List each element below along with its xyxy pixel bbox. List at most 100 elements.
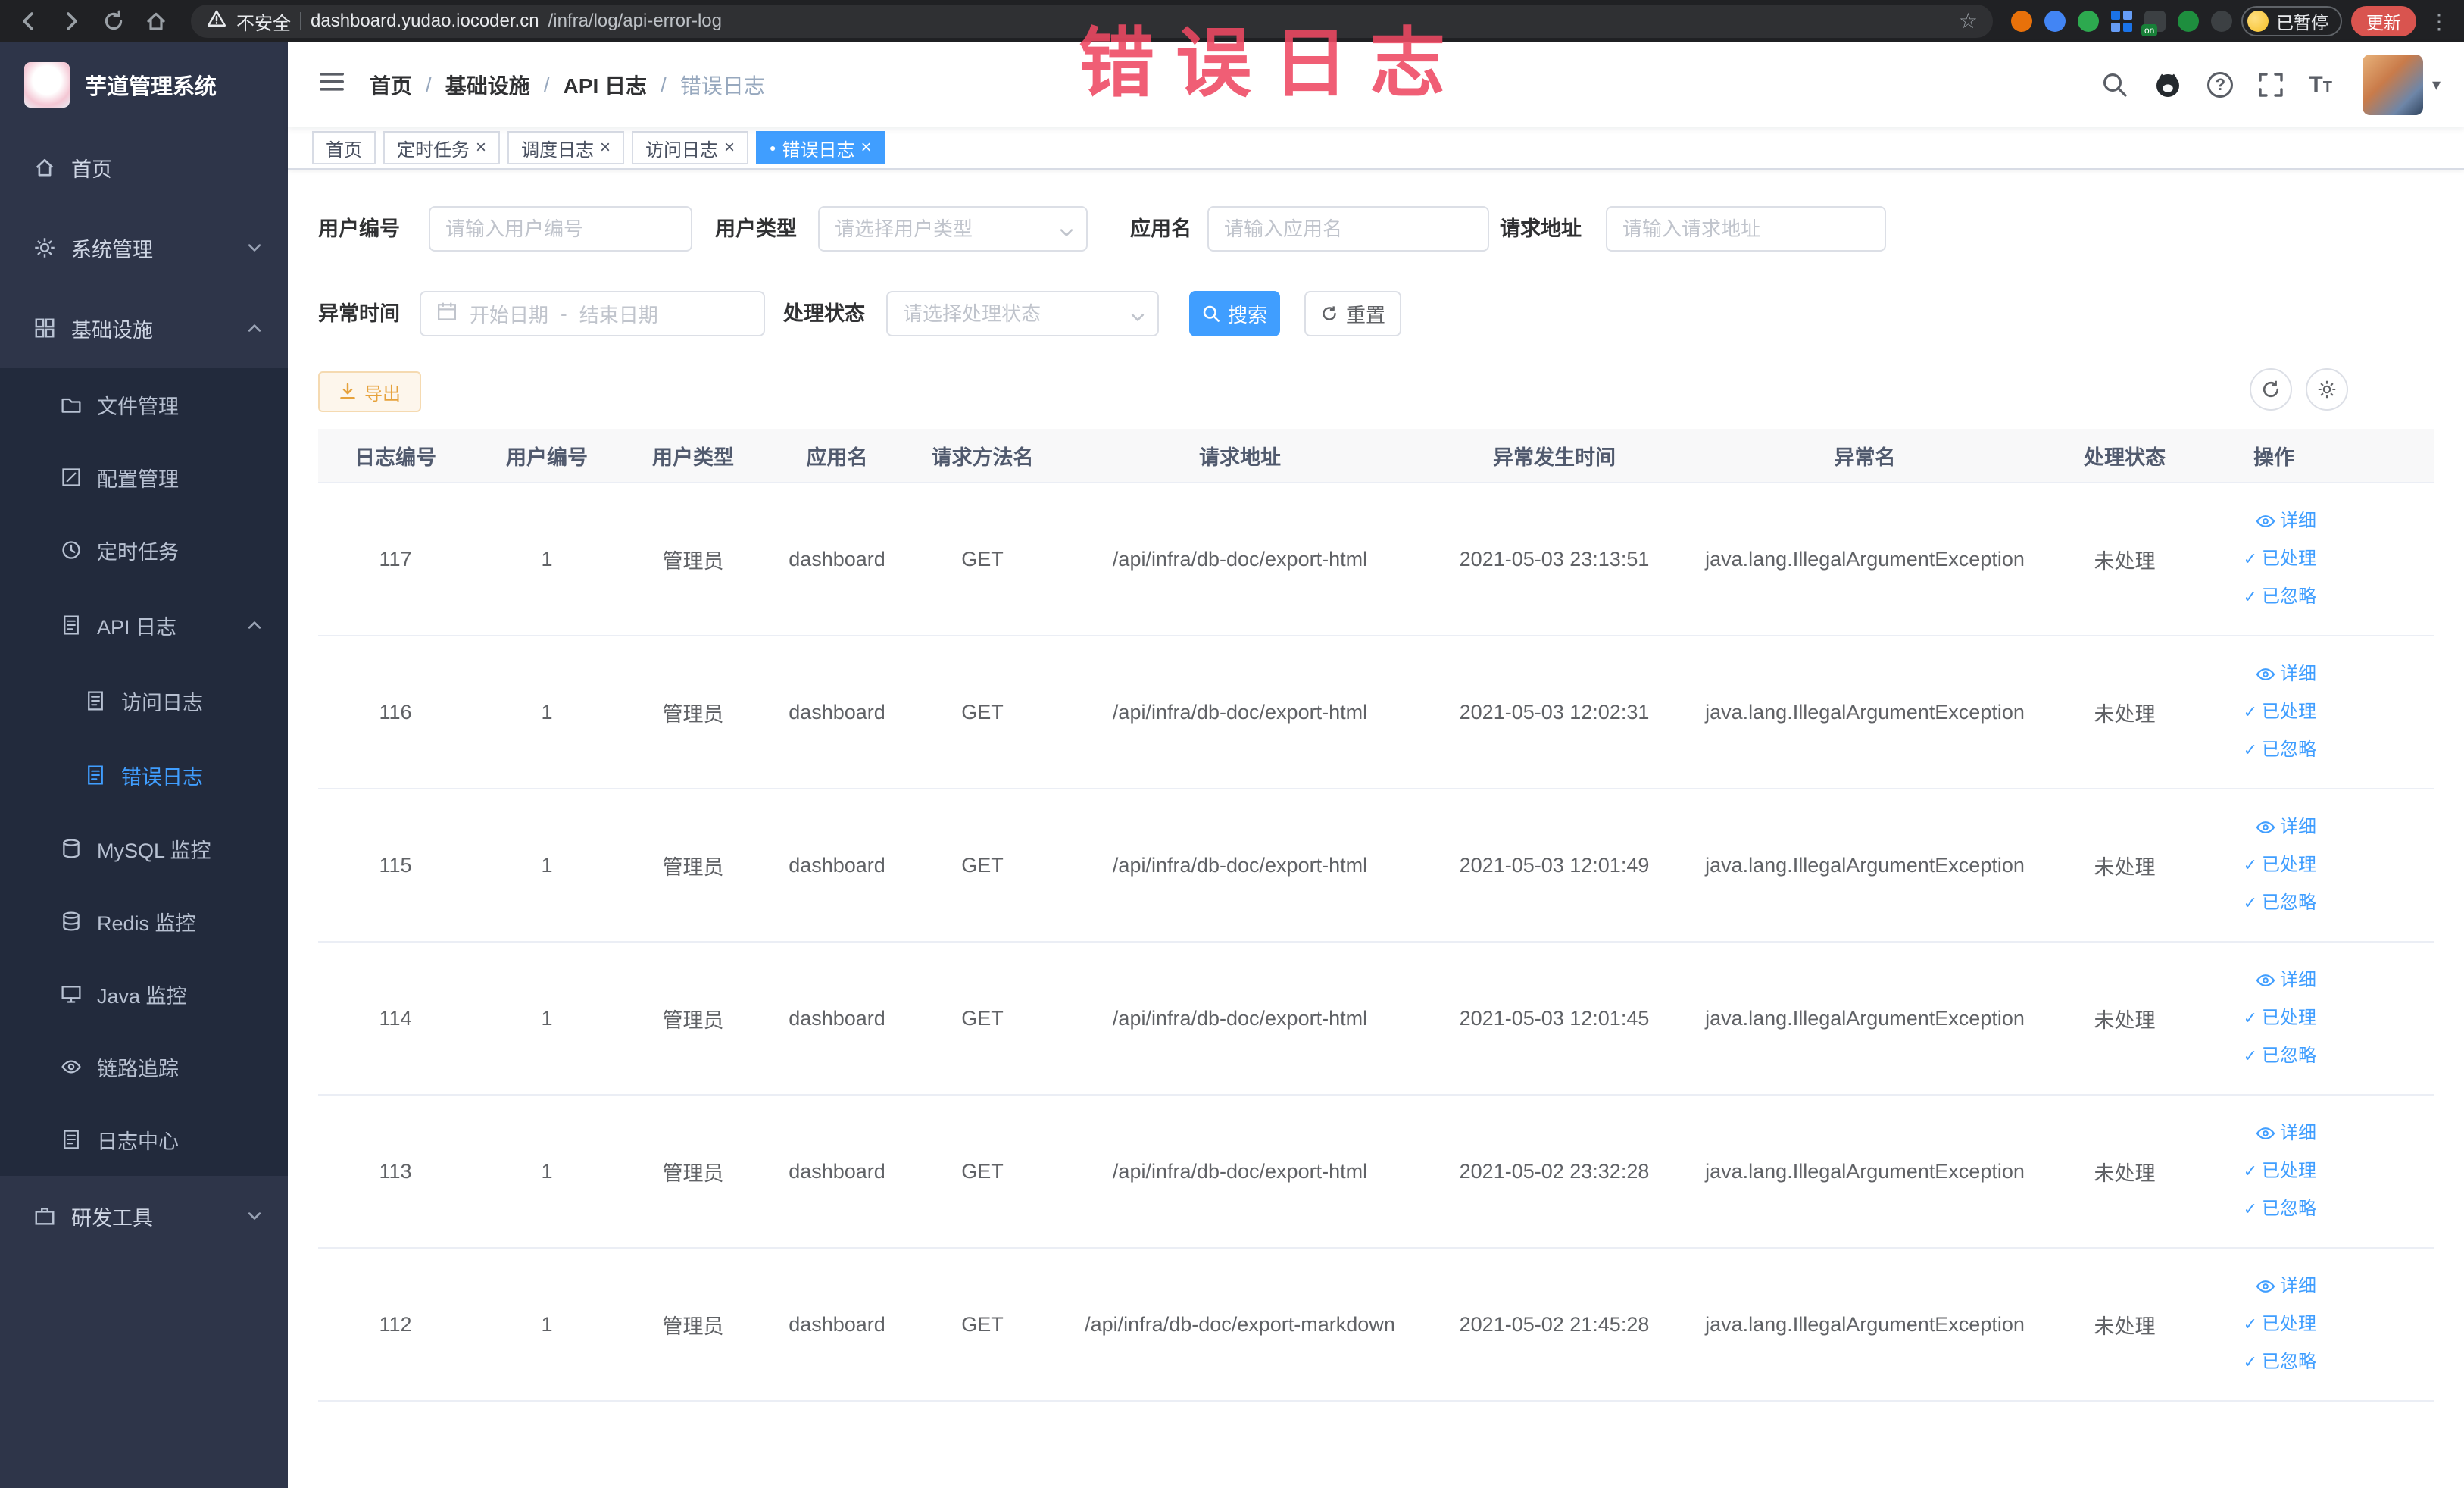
col-header: 操作 (2253, 445, 2294, 469)
sidebar-item-log-center[interactable]: 日志中心 (0, 1103, 288, 1176)
profile-paused-badge[interactable]: 已暂停 (2241, 6, 2342, 36)
user-type-select[interactable] (818, 206, 1088, 252)
detail-link[interactable]: 详细 (2204, 502, 2316, 540)
close-icon[interactable]: × (600, 139, 611, 157)
extension-icon-2[interactable] (2044, 11, 2066, 32)
mark-processed-link[interactable]: ✓ 已处理 (2204, 999, 2316, 1037)
sidebar-item-config-manage[interactable]: 配置管理 (0, 441, 288, 514)
sidebar-item-mysql-monitor[interactable]: MySQL 监控 (0, 812, 288, 885)
tag-label: 定时任务 (397, 139, 470, 161)
mark-processed-link[interactable]: ✓ 已处理 (2204, 846, 2316, 884)
cell-exception: java.lang.IllegalArgumentException (1705, 853, 2025, 877)
cell-actions: 详细 ✓ 已处理 ✓ 已忽略 (2204, 1268, 2434, 1381)
app-name-input[interactable] (1207, 206, 1489, 252)
breadcrumb-item[interactable]: 首页 (370, 70, 412, 100)
mark-processed-link[interactable]: ✓ 已处理 (2204, 540, 2316, 578)
sidebar-item-home[interactable]: 首页 (0, 127, 288, 208)
sidebar-item-java-monitor[interactable]: Java 监控 (0, 958, 288, 1030)
col-header: 请求方法名 (931, 445, 1034, 469)
refresh-table-button[interactable] (2250, 368, 2292, 411)
user-menu[interactable]: ▾ (2362, 55, 2441, 115)
exception-time-range-picker[interactable]: 开始日期 - 结束日期 (420, 291, 765, 336)
cell-user-type: 管理员 (662, 1161, 724, 1185)
process-status-select[interactable] (886, 291, 1159, 336)
browser-menu-icon[interactable]: ⋮ (2425, 9, 2453, 34)
forward-icon[interactable] (55, 5, 88, 38)
bookmark-star-icon[interactable]: ☆ (1959, 11, 1978, 32)
sidebar-item-trace[interactable]: 链路追踪 (0, 1030, 288, 1103)
cell-method: GET (961, 1312, 1004, 1336)
detail-link[interactable]: 详细 (2204, 961, 2316, 999)
url-bar[interactable]: 不安全 dashboard.yudao.iocoder.cn /infra/lo… (191, 5, 1993, 38)
extension-icon-4[interactable] (2111, 11, 2132, 32)
tag-home[interactable]: 首页 (312, 131, 376, 164)
column-settings-button[interactable] (2306, 368, 2348, 411)
browser-toolbar: 不安全 dashboard.yudao.iocoder.cn /infra/lo… (0, 0, 2464, 42)
reload-icon[interactable] (97, 5, 130, 38)
tag-error-log[interactable]: ● 错误日志 × (756, 131, 885, 164)
extension-icon-3[interactable] (2078, 11, 2099, 32)
sidebar-item-dev-tools[interactable]: 研发工具 (0, 1176, 288, 1256)
user-id-input[interactable] (429, 206, 692, 252)
sidebar-item-label: 基础设施 (71, 318, 153, 342)
sidebar-item-api-logs[interactable]: API 日志 (0, 586, 288, 664)
tag-access-log[interactable]: 访问日志 × (632, 131, 749, 164)
update-button[interactable]: 更新 (2351, 6, 2416, 36)
font-size-icon[interactable]: TT (2309, 72, 2332, 98)
cell-app-name: dashboard (789, 1312, 885, 1336)
date-start-placeholder: 开始日期 (470, 303, 549, 327)
extension-icon-6[interactable] (2178, 11, 2199, 32)
close-icon[interactable]: × (724, 139, 735, 157)
breadcrumb-item[interactable]: API 日志 (564, 70, 647, 100)
search-icon[interactable] (2101, 71, 2128, 98)
home-icon[interactable] (139, 5, 173, 38)
back-icon[interactable] (12, 5, 45, 38)
help-icon[interactable]: ? (2207, 72, 2234, 98)
user-type-select-input[interactable] (818, 206, 1088, 252)
mark-processed-link[interactable]: ✓ 已处理 (2204, 1152, 2316, 1190)
sidebar-item-scheduled-jobs[interactable]: 定时任务 (0, 514, 288, 586)
github-icon[interactable] (2153, 70, 2183, 100)
detail-link[interactable]: 详细 (2204, 655, 2316, 693)
sidebar-item-redis-monitor[interactable]: Redis 监控 (0, 885, 288, 958)
fullscreen-icon[interactable] (2257, 71, 2284, 98)
sidebar-item-infra[interactable]: 基础设施 (0, 288, 288, 368)
cell-log-id: 116 (379, 700, 412, 724)
sidebar-item-error-log[interactable]: 错误日志 (0, 738, 288, 812)
mark-ignored-link[interactable]: ✓ 已忽略 (2204, 731, 2316, 769)
mark-ignored-link[interactable]: ✓ 已忽略 (2204, 578, 2316, 616)
mark-processed-link[interactable]: ✓ 已处理 (2204, 693, 2316, 731)
process-status-select-input[interactable] (886, 291, 1159, 336)
breadcrumb-item[interactable]: 基础设施 (445, 70, 530, 100)
extension-icon-7[interactable] (2211, 11, 2232, 32)
avatar[interactable] (2362, 55, 2423, 115)
mark-ignored-link[interactable]: ✓ 已忽略 (2204, 1037, 2316, 1075)
logo-title: 芋道管理系统 (85, 75, 217, 99)
search-button[interactable]: 搜索 (1189, 291, 1280, 336)
sidebar-logo[interactable]: 芋道管理系统 (0, 42, 288, 127)
col-header: 用户编号 (506, 445, 588, 469)
hamburger-icon[interactable] (309, 61, 354, 109)
close-icon[interactable]: × (861, 139, 872, 157)
close-icon[interactable]: × (476, 139, 486, 157)
tag-dispatch-log[interactable]: 调度日志 × (507, 131, 625, 164)
tag-scheduled-jobs[interactable]: 定时任务 × (383, 131, 501, 164)
active-dot-icon: ● (770, 142, 776, 154)
sidebar-item-access-log[interactable]: 访问日志 (0, 664, 288, 738)
col-header: 应用名 (806, 445, 868, 469)
sidebar-item-file-manage[interactable]: 文件管理 (0, 368, 288, 441)
extension-icon-5[interactable]: on (2141, 11, 2166, 36)
detail-link[interactable]: 详细 (2204, 1114, 2316, 1152)
reset-button[interactable]: 重置 (1304, 291, 1401, 336)
extension-icon-1[interactable] (2011, 11, 2032, 32)
mark-ignored-link[interactable]: ✓ 已忽略 (2204, 884, 2316, 922)
url-divider (300, 12, 301, 30)
mark-ignored-link[interactable]: ✓ 已忽略 (2204, 1343, 2316, 1381)
sidebar-item-system[interactable]: 系统管理 (0, 208, 288, 288)
export-button[interactable]: 导出 (318, 371, 421, 412)
request-url-input[interactable] (1606, 206, 1886, 252)
mark-processed-link[interactable]: ✓ 已处理 (2204, 1305, 2316, 1343)
mark-ignored-link[interactable]: ✓ 已忽略 (2204, 1190, 2316, 1228)
detail-link[interactable]: 详细 (2204, 1268, 2316, 1305)
detail-link[interactable]: 详细 (2204, 808, 2316, 846)
